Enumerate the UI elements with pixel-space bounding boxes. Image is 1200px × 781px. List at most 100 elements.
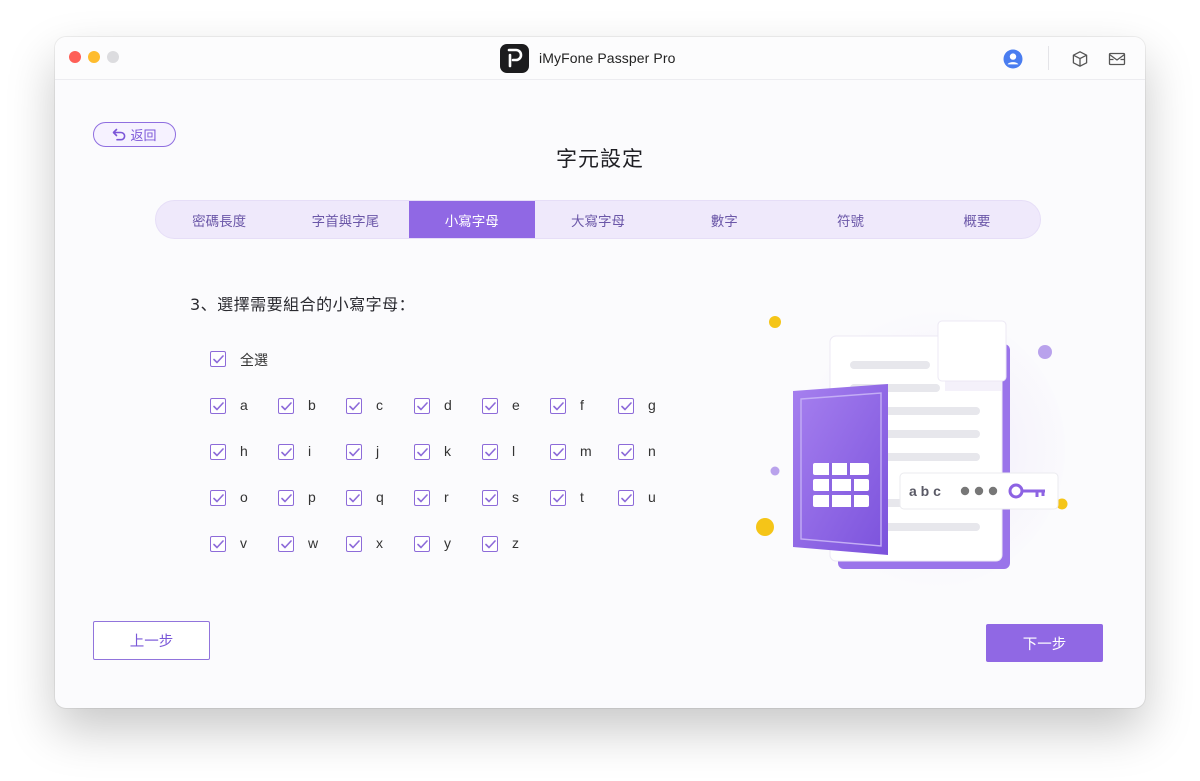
toolbar-divider [1048, 46, 1049, 70]
letter-label: l [512, 443, 516, 459]
checkmark-icon [348, 539, 360, 548]
app-logo-icon [500, 43, 529, 73]
letter-label: z [512, 535, 519, 551]
checkmark-icon [552, 493, 564, 502]
letter-label: o [240, 489, 248, 505]
previous-step-button[interactable]: 上一步 [93, 621, 210, 660]
checkmark-icon [620, 447, 632, 456]
letter-checkbox-e[interactable] [482, 398, 498, 414]
close-window-button[interactable] [69, 51, 81, 63]
app-name: iMyFone Passper Pro [539, 50, 676, 66]
document-tab [937, 320, 1007, 382]
letter-label: k [444, 443, 451, 459]
letter-label: i [308, 443, 312, 459]
letter-checkbox-m[interactable] [550, 444, 566, 460]
app-title: iMyFone Passper Pro [500, 43, 676, 73]
letter-checkbox-s[interactable] [482, 490, 498, 506]
checkmark-icon [212, 539, 224, 548]
letter-label: y [444, 535, 451, 551]
letter-checkbox-k[interactable] [414, 444, 430, 460]
archive-drawers [813, 463, 869, 507]
checkmark-icon [484, 401, 496, 410]
checkmark-icon [484, 539, 496, 548]
mail-icon[interactable] [1107, 49, 1127, 69]
checkmark-icon [212, 354, 224, 363]
checkmark-icon [280, 493, 292, 502]
undo-arrow-icon [113, 128, 126, 141]
letter-checkbox-a[interactable] [210, 398, 226, 414]
checkmark-icon [416, 539, 428, 548]
checkmark-icon [552, 401, 564, 410]
maximize-window-button[interactable] [107, 51, 119, 63]
letter-checkbox-d[interactable] [414, 398, 430, 414]
letter-label: a [240, 397, 248, 413]
page-title: 字元設定 [556, 147, 644, 171]
checkmark-icon [484, 447, 496, 456]
letter-label: p [308, 489, 316, 505]
back-button-label: 返回 [130, 129, 157, 144]
tab-uppercase[interactable]: 大寫字母 [535, 201, 661, 238]
checkmark-icon [416, 447, 428, 456]
letter-label: u [648, 489, 656, 505]
password-dots [960, 486, 998, 496]
tab-summary[interactable]: 概要 [914, 201, 1040, 238]
letter-checkbox-c[interactable] [346, 398, 362, 414]
letter-label: w [308, 535, 319, 551]
title-bar: iMyFone Passper Pro [55, 37, 1145, 80]
checkmark-icon [280, 401, 292, 410]
letter-checkbox-t[interactable] [550, 490, 566, 506]
letter-checkbox-i[interactable] [278, 444, 294, 460]
letter-checkbox-n[interactable] [618, 444, 634, 460]
letter-checkbox-x[interactable] [346, 536, 362, 552]
letter-checkbox-r[interactable] [414, 490, 430, 506]
letter-label: s [512, 489, 519, 505]
letter-label: v [240, 535, 247, 551]
letter-label: x [376, 535, 383, 551]
cube-icon[interactable] [1070, 49, 1090, 69]
letter-checkbox-b[interactable] [278, 398, 294, 414]
checkmark-icon [212, 447, 224, 456]
select-all-checkbox[interactable] [210, 351, 226, 367]
document-line [850, 361, 930, 369]
letter-label: b [308, 397, 316, 413]
letter-checkbox-f[interactable] [550, 398, 566, 414]
checkmark-icon [416, 401, 428, 410]
checkmark-icon [212, 401, 224, 410]
checkmark-icon [348, 447, 360, 456]
checkmark-icon [348, 493, 360, 502]
letter-label: e [512, 397, 520, 413]
tab-lowercase[interactable]: 小寫字母 [408, 201, 535, 238]
password-text: a b c [909, 483, 941, 499]
decor-dot [756, 518, 774, 536]
letter-checkbox-j[interactable] [346, 444, 362, 460]
letter-checkbox-u[interactable] [618, 490, 634, 506]
letter-checkbox-q[interactable] [346, 490, 362, 506]
letter-checkbox-v[interactable] [210, 536, 226, 552]
letter-label: r [444, 489, 449, 505]
checkmark-icon [212, 493, 224, 502]
checkmark-icon [348, 401, 360, 410]
letter-checkbox-y[interactable] [414, 536, 430, 552]
checkmark-icon [552, 447, 564, 456]
letter-checkbox-p[interactable] [278, 490, 294, 506]
user-circle-icon[interactable] [1003, 49, 1023, 69]
step-tabs: 密碼長度 字首與字尾 小寫字母 大寫字母 數字 符號 概要 [155, 200, 1041, 239]
tab-prefix-suffix[interactable]: 字首與字尾 [282, 201, 408, 238]
letter-label: n [648, 443, 656, 459]
minimize-window-button[interactable] [88, 51, 100, 63]
checkmark-icon [620, 493, 632, 502]
checkmark-icon [280, 447, 292, 456]
next-step-button[interactable]: 下一步 [986, 624, 1103, 662]
tab-symbols[interactable]: 符號 [787, 201, 913, 238]
letter-checkbox-o[interactable] [210, 490, 226, 506]
letter-checkbox-h[interactable] [210, 444, 226, 460]
letter-label: g [648, 397, 656, 413]
letter-checkbox-z[interactable] [482, 536, 498, 552]
letter-checkbox-g[interactable] [618, 398, 634, 414]
letter-label: c [376, 397, 383, 413]
tab-password-length[interactable]: 密碼長度 [156, 201, 282, 238]
letter-checkbox-l[interactable] [482, 444, 498, 460]
checkmark-icon [484, 493, 496, 502]
letter-checkbox-w[interactable] [278, 536, 294, 552]
tab-numbers[interactable]: 數字 [661, 201, 787, 238]
